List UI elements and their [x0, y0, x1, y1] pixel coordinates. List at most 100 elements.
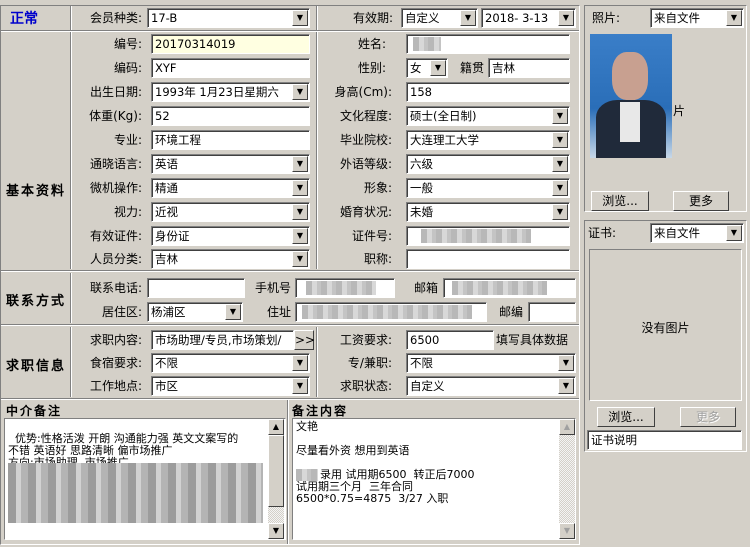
appearance-label: 形象:	[363, 181, 392, 195]
cert-source-select[interactable]: 来自文件 ▼	[650, 223, 744, 243]
job-content-more-button[interactable]: >>	[294, 330, 315, 350]
chevron-down-icon[interactable]: ▼	[430, 60, 446, 76]
language-select[interactable]: 英语 ▼	[151, 154, 310, 174]
chevron-down-icon[interactable]: ▼	[552, 156, 568, 172]
height-field[interactable]: 158	[406, 82, 570, 102]
validity-date-picker[interactable]: 2018- 3-13 ▼	[481, 8, 576, 28]
marital-select[interactable]: 未婚 ▼	[406, 202, 570, 222]
chevron-down-icon[interactable]: ▼	[552, 180, 568, 196]
cert-browse-button[interactable]: 浏览...	[597, 407, 655, 427]
chevron-down-icon[interactable]: ▼	[460, 10, 476, 26]
id-type-value: 身份证	[155, 229, 190, 243]
school-select[interactable]: 大连理工大学 ▼	[406, 130, 570, 150]
chevron-down-icon[interactable]: ▼	[292, 355, 308, 371]
salary-hint: 填写具体数据	[496, 333, 569, 347]
agent-note-title: 中介备注	[6, 404, 63, 418]
id-type-label: 有效证件:	[89, 229, 142, 243]
chevron-down-icon[interactable]: ▼	[726, 10, 742, 26]
chevron-down-icon[interactable]: ▼	[552, 108, 568, 124]
chevron-down-icon[interactable]: ▼	[558, 10, 574, 26]
chevron-down-icon[interactable]: ▼	[558, 378, 574, 394]
chevron-down-icon[interactable]: ▼	[292, 84, 308, 100]
scroll-thumb[interactable]	[268, 435, 284, 507]
chevron-down-icon[interactable]: ▼	[225, 304, 241, 320]
scroll-down-icon[interactable]: ▼	[559, 523, 575, 539]
weight-field[interactable]: 52	[151, 106, 310, 126]
work-location-select[interactable]: 市区 ▼	[151, 376, 310, 396]
scroll-down-icon[interactable]: ▼	[268, 523, 284, 539]
chevron-down-icon[interactable]: ▼	[552, 204, 568, 220]
scroll-up-icon[interactable]: ▲	[268, 419, 284, 435]
photo-source-value: 来自文件	[654, 11, 700, 25]
chevron-down-icon[interactable]: ▼	[292, 180, 308, 196]
email-label: 邮箱	[413, 281, 438, 295]
language-label: 通晓语言:	[89, 157, 142, 171]
salary-field[interactable]: 6500	[406, 330, 494, 350]
birth-date-picker[interactable]: 1993年 1月23日星期六 ▼	[151, 82, 310, 102]
parttime-select[interactable]: 不限 ▼	[406, 353, 576, 373]
chevron-down-icon[interactable]: ▼	[292, 378, 308, 394]
code-field[interactable]: XYF	[151, 58, 310, 78]
validity-date-value: 2018- 3-13	[485, 11, 549, 25]
photo-image	[590, 34, 672, 158]
foreign-level-select[interactable]: 六级 ▼	[406, 154, 570, 174]
section-divider-h	[1, 398, 579, 400]
id-number-field[interactable]	[406, 226, 570, 246]
native-place-field[interactable]: 吉林	[488, 58, 570, 78]
photo-browse-button[interactable]: 浏览...	[591, 191, 649, 211]
chevron-down-icon[interactable]: ▼	[292, 156, 308, 172]
mobile-field[interactable]	[295, 278, 395, 298]
validity-label: 有效期:	[352, 11, 393, 25]
postcode-field[interactable]	[528, 302, 576, 322]
gender-select[interactable]: 女 ▼	[406, 58, 448, 78]
chevron-down-icon[interactable]: ▼	[726, 225, 742, 241]
photo-face	[612, 52, 648, 100]
title-field[interactable]	[406, 249, 570, 269]
note-line: 尽量看外资 想用到英语	[296, 444, 410, 457]
vision-select[interactable]: 近视 ▼	[151, 202, 310, 222]
address-field[interactable]	[295, 302, 487, 322]
computer-skill-select[interactable]: 精通 ▼	[151, 178, 310, 198]
chevron-down-icon[interactable]: ▼	[292, 251, 308, 267]
email-field[interactable]	[443, 278, 576, 298]
board-select[interactable]: 不限 ▼	[151, 353, 310, 373]
id-type-select[interactable]: 身份证 ▼	[151, 226, 310, 246]
job-status-select[interactable]: 自定义 ▼	[406, 376, 576, 396]
birth-label: 出生日期:	[89, 85, 142, 99]
validity-select[interactable]: 自定义 ▼	[401, 8, 478, 28]
chevron-down-icon[interactable]: ▼	[558, 355, 574, 371]
member-type-select[interactable]: 17-B ▼	[147, 8, 310, 28]
chevron-down-icon[interactable]: ▼	[552, 132, 568, 148]
name-field[interactable]	[406, 34, 570, 54]
chevron-down-icon[interactable]: ▼	[292, 10, 308, 26]
chevron-down-icon[interactable]: ▼	[292, 204, 308, 220]
appearance-select[interactable]: 一般 ▼	[406, 178, 570, 198]
gender-label: 性别:	[357, 61, 386, 75]
category-select[interactable]: 吉林 ▼	[151, 249, 310, 269]
title-label: 职称:	[363, 252, 392, 266]
job-content-field[interactable]: 市场助理/专员,市场策划/	[151, 330, 294, 350]
agent-note-memo[interactable]: 优势:性格活泼 开朗 沟通能力强 英文文案写的 不错 英语好 思路清晰 偏市场推…	[4, 418, 286, 540]
note-content-memo[interactable]: 文艳 尽量看外资 想用到英语 录用 试用期6500 转正后7000 试用期三个月 三年…	[292, 418, 576, 540]
cert-description-field[interactable]: 证书说明	[587, 430, 742, 450]
photo-more-button[interactable]: 更多	[673, 191, 729, 211]
district-value: 杨浦区	[151, 305, 186, 319]
photo-source-select[interactable]: 来自文件 ▼	[650, 8, 744, 28]
major-field[interactable]: 环境工程	[151, 130, 310, 150]
id-field[interactable]: 20170314019	[151, 34, 310, 54]
education-select[interactable]: 硕士(全日制) ▼	[406, 106, 570, 126]
board-value: 不限	[155, 356, 178, 370]
chevron-down-icon[interactable]: ▼	[292, 228, 308, 244]
phone-field[interactable]	[147, 278, 245, 298]
scroll-up-icon[interactable]: ▲	[559, 419, 575, 435]
agent-note-scrollbar[interactable]: ▲ ▼	[268, 419, 284, 539]
district-label: 居住区:	[101, 305, 142, 319]
district-select[interactable]: 杨浦区 ▼	[147, 302, 243, 322]
redacted-text	[421, 229, 531, 243]
note-line: 文艳	[296, 420, 318, 433]
photo-label: 照片:	[592, 11, 621, 25]
row-divider	[1, 30, 579, 32]
category-value: 吉林	[155, 252, 178, 266]
note-content-scrollbar[interactable]: ▲ ▼	[559, 419, 575, 539]
cert-more-button[interactable]: 更多	[680, 407, 736, 427]
